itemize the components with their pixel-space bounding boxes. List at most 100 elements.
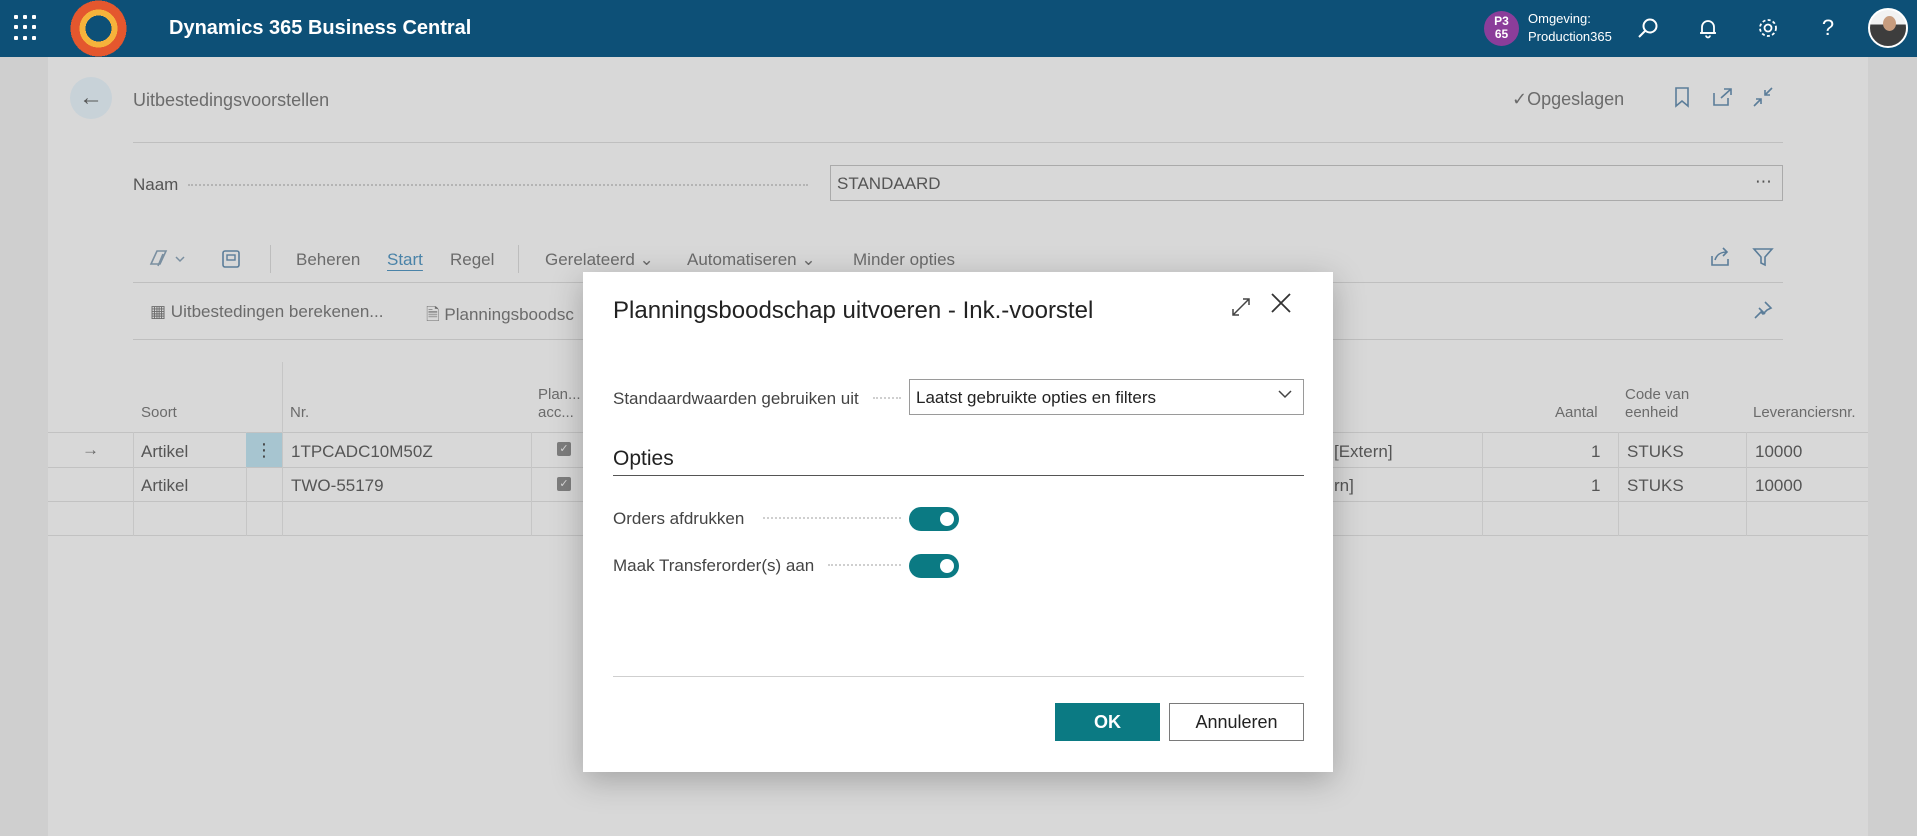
action-gerelateerd[interactable]: Gerelateerd ⌄ [545, 250, 654, 270]
row-2-nr[interactable]: TWO-55179 [291, 476, 384, 496]
row-2-description-tail[interactable]: rn] [1334, 476, 1354, 496]
column-header-code-eenheid-line-2: eenheid [1625, 404, 1679, 421]
row-2-checkbox[interactable]: ✓ [557, 477, 571, 491]
row-2-leveranciersnr[interactable]: 10000 [1755, 476, 1802, 496]
column-header-aantal[interactable]: Aantal [1555, 404, 1598, 422]
current-row-arrow-icon: → [82, 440, 99, 459]
leader-dots [763, 517, 901, 519]
action-planningsboodschap[interactable]: 🗎 Planningsboodsc [426, 302, 574, 331]
action-regel[interactable]: Regel [450, 250, 494, 270]
row-menu-icon[interactable]: ⋮ [246, 433, 282, 467]
action-beheren[interactable]: Beheren [296, 250, 360, 270]
column-header-code-eenheid[interactable]: Code van eenheid [1625, 386, 1689, 422]
defaults-select[interactable]: Laatst gebruikte opties en filters [909, 379, 1304, 415]
leader-dots [828, 564, 901, 566]
page-title: Uitbestedingsvoorstellen [133, 90, 330, 110]
column-header-planning-accepteren-line-1: Plan... [538, 386, 581, 403]
action-minder-opties[interactable]: Minder opties [853, 250, 955, 270]
more-options-icon[interactable]: ⋯ [1755, 172, 1772, 192]
document-icon: 🗎 [426, 305, 440, 324]
notifications-bell-icon[interactable] [1694, 14, 1722, 42]
open-new-window-icon[interactable] [1711, 86, 1733, 114]
app-title: Dynamics 365 Business Central [169, 17, 472, 39]
orders-afdrukken-toggle[interactable] [909, 507, 959, 531]
row-1-nr[interactable]: 1TPCADC10M50Z [291, 442, 433, 462]
header-divider [133, 142, 1783, 143]
transferorder-toggle[interactable] [909, 554, 959, 578]
row-1-soort[interactable]: Artikel [141, 442, 188, 462]
share-icon[interactable] [1709, 246, 1731, 273]
environment-badge[interactable]: P3 65 [1484, 11, 1519, 46]
pin-icon[interactable] [1753, 300, 1773, 325]
back-arrow-icon[interactable]: ← [70, 77, 112, 119]
business-central-logo [70, 0, 127, 57]
row-1-leveranciersnr[interactable]: 10000 [1755, 442, 1802, 462]
name-label: Naam [133, 175, 179, 194]
name-field[interactable]: STANDAARD ⋯ [830, 165, 1783, 201]
action-uitbestedingen-berekenen[interactable]: ▦ Uitbestedingen berekenen... [150, 302, 383, 322]
row-2-soort[interactable]: Artikel [141, 476, 188, 496]
column-header-soort[interactable]: Soort [141, 404, 177, 422]
user-avatar[interactable] [1868, 8, 1908, 48]
row-2-eenheid[interactable]: STUKS [1627, 476, 1684, 496]
checkmark-icon: ✓ [1512, 89, 1528, 109]
environment-name: Production365 [1528, 29, 1612, 44]
chevron-down-icon [1277, 386, 1293, 407]
defaults-select-value: Laatst gebruikte opties en filters [916, 388, 1157, 407]
filter-icon[interactable] [1752, 246, 1774, 273]
action-start[interactable]: Start [387, 250, 423, 270]
section-title-opties: Opties [613, 447, 674, 470]
section-divider [613, 475, 1304, 476]
action-planningsboodschap-label: Planningsboodsc [444, 305, 574, 324]
close-icon[interactable] [1269, 291, 1293, 321]
footer-divider [613, 676, 1304, 677]
leader-dots [873, 397, 901, 399]
grid-column-line [1482, 432, 1483, 536]
top-bar: Dynamics 365 Business Central P3 65 Omgev… [0, 0, 1917, 57]
layout-icon[interactable] [221, 249, 241, 274]
calculator-icon: ▦ [150, 302, 167, 321]
column-header-planning-accepteren-line-2: acc... [538, 404, 574, 421]
copilot-dropdown-icon[interactable] [148, 248, 188, 275]
action-gerelateerd-label: Gerelateerd [545, 250, 635, 269]
defaults-label: Standaardwaarden gebruiken uit [613, 389, 859, 408]
planning-dialog: Planningsboodschap uitvoeren - Ink.-voor… [583, 272, 1333, 772]
toggle-knob [940, 559, 954, 573]
bookmark-icon[interactable] [1673, 86, 1691, 114]
action-uitbestedingen-berekenen-label: Uitbestedingen berekenen... [170, 302, 384, 321]
column-header-planning-accepteren[interactable]: Plan... acc... [538, 386, 581, 422]
help-icon[interactable]: ? [1814, 14, 1842, 42]
expand-icon[interactable] [1230, 296, 1252, 324]
chevron-down-icon: ⌄ [639, 250, 654, 269]
option-transfer-label: Maak Transferorder(s) aan [613, 556, 815, 575]
row-1-description-tail[interactable]: [Extern] [1334, 442, 1393, 462]
search-icon[interactable] [1634, 14, 1662, 42]
grid-column-line [1746, 432, 1747, 536]
grid-column-line [133, 432, 134, 536]
column-header-code-eenheid-line-1: Code van [1625, 386, 1690, 403]
column-header-leveranciersnr[interactable]: Leveranciersnr. [1753, 404, 1856, 422]
grid-column-line [531, 432, 532, 536]
column-header-nr[interactable]: Nr. [290, 404, 309, 422]
collapse-icon[interactable] [1752, 86, 1774, 114]
grid-column-line [1618, 432, 1619, 536]
name-leader-dots [188, 184, 808, 186]
action-separator [518, 245, 519, 273]
row-1-aantal[interactable]: 1 [1591, 442, 1600, 462]
grid-column-line [282, 362, 283, 536]
environment-label[interactable]: Omgeving: Production365 [1528, 10, 1612, 46]
ok-button[interactable]: OK [1055, 703, 1160, 741]
row-2-aantal[interactable]: 1 [1591, 476, 1600, 496]
app-launcher-icon[interactable] [14, 15, 40, 41]
option-print-label: Orders afdrukken [613, 509, 745, 528]
row-1-eenheid[interactable]: STUKS [1627, 442, 1684, 462]
saved-status: ✓Opgeslagen [1512, 89, 1624, 110]
name-field-value: STANDAARD [837, 174, 941, 193]
chevron-down-icon: ⌄ [801, 250, 816, 269]
row-1-checkbox[interactable]: ✓ [557, 442, 571, 456]
settings-gear-icon[interactable] [1754, 14, 1782, 42]
cancel-button[interactable]: Annuleren [1169, 703, 1304, 741]
environment-caption: Omgeving: [1528, 11, 1591, 26]
action-automatiseren[interactable]: Automatiseren ⌄ [687, 250, 816, 270]
toggle-knob [940, 512, 954, 526]
